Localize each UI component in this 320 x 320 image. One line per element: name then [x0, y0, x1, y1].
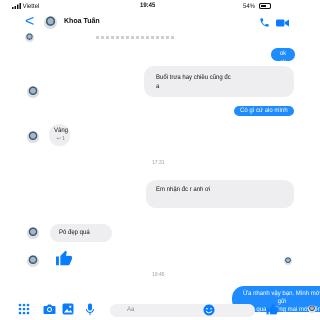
outgoing-message[interactable]: ok ok	[271, 48, 295, 66]
outgoing-message[interactable]: Có gì cứ alo mình	[234, 106, 294, 116]
contact-avatar[interactable]	[44, 16, 57, 29]
battery-percent: 54%	[243, 4, 256, 10]
incoming-message[interactable]: Vâng ↩ 1	[49, 124, 70, 146]
incoming-message[interactable]: Buổi trưa hay chiều cũng đc a	[144, 66, 294, 97]
microphone-icon[interactable]	[85, 303, 95, 316]
phone-icon[interactable]	[259, 17, 270, 28]
camera-icon[interactable]	[43, 303, 56, 315]
timestamp: 17:31	[152, 160, 165, 166]
message-input[interactable]: Aa	[110, 304, 255, 317]
smile-icon[interactable]	[203, 304, 215, 316]
contact-name[interactable]: Khoa Tuấn	[64, 18, 100, 25]
reply-count: ↩ 1	[56, 136, 65, 142]
incoming-message[interactable]: Pô đẹp quá	[50, 224, 112, 242]
contact-avatar	[27, 227, 39, 239]
contact-avatar	[27, 131, 39, 143]
faded-message	[96, 36, 176, 39]
message-text: Vâng	[54, 128, 69, 134]
thumbs-up-icon[interactable]	[266, 303, 279, 315]
thumbs-up-icon[interactable]	[55, 250, 73, 266]
incoming-message[interactable]: Em nhận đc r anh ơi	[146, 180, 294, 208]
back-button[interactable]: <	[25, 13, 34, 31]
contact-avatar	[27, 86, 39, 98]
status-bar: Viettel 19:45 54%	[0, 0, 320, 13]
gallery-icon[interactable]	[62, 303, 74, 315]
battery-icon	[258, 3, 271, 9]
battery-indicator: 54%	[243, 3, 271, 10]
clock: 19:45	[140, 3, 156, 9]
carrier-name: Viettel	[22, 4, 40, 10]
timestamp: 19:45	[152, 272, 165, 278]
message-input-placeholder: Aa	[127, 307, 135, 313]
message-text: Buổi trưa hay chiều cũng đc	[156, 75, 231, 81]
contact-avatar-small	[25, 33, 34, 42]
chat-header: < Khoa Tuấn	[0, 13, 320, 33]
read-receipt-avatar	[284, 257, 292, 265]
carrier-label: Viettel	[12, 3, 39, 10]
apps-grid-icon[interactable]	[18, 303, 30, 315]
signal-icon	[12, 3, 21, 9]
video-camera-icon[interactable]	[276, 19, 289, 27]
composer-toolbar: Aa	[0, 303, 320, 320]
message-text: a	[156, 84, 160, 90]
contact-avatar	[27, 255, 39, 267]
